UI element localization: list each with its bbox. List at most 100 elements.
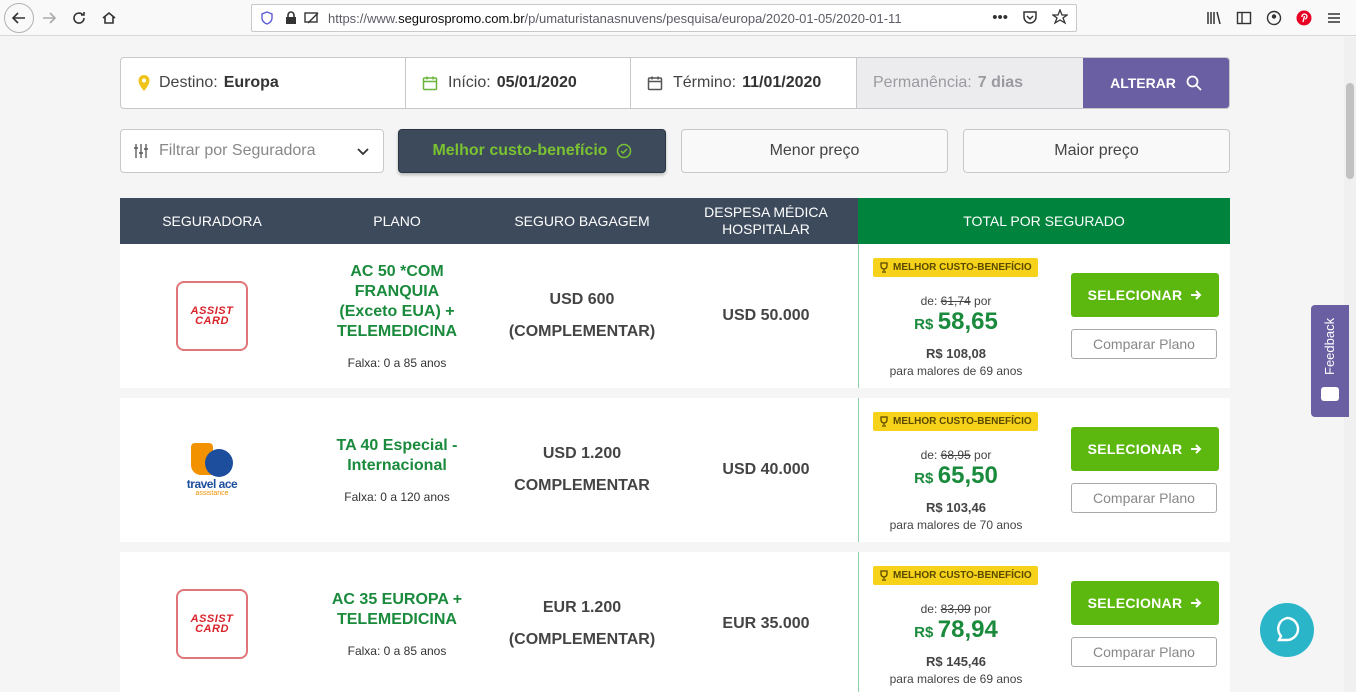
select-button[interactable]: SELECIONAR — [1071, 427, 1219, 471]
feedback-icon — [1321, 387, 1339, 401]
end-date-field[interactable]: Término: 11/01/2020 — [631, 58, 857, 108]
sort-best-value-button[interactable]: Melhor custo-benefício — [398, 129, 666, 173]
badge-label: MELHOR CUSTO-BENEFÍCIO — [893, 416, 1032, 427]
start-date-field[interactable]: Início: 05/01/2020 — [406, 58, 631, 108]
plan-name[interactable]: AC 35 EUROPA + TELEMEDICINA — [324, 590, 470, 630]
chat-bubble-icon — [1277, 616, 1300, 642]
end-date-value: 11/01/2020 — [742, 74, 822, 91]
plan-name-line: AC 50 *COM FRANQUIA — [350, 263, 444, 300]
insurer-filter-placeholder: Filtrar por Seguradora — [159, 142, 316, 159]
price-value: 65,50 — [937, 462, 998, 489]
feedback-label: Feedback — [1322, 317, 1337, 375]
feedback-tab[interactable]: Feedback — [1311, 305, 1349, 417]
plan-name[interactable]: TA 40 Especial - Internacional — [329, 436, 466, 476]
back-button[interactable] — [4, 2, 34, 33]
old-price-line: de: 83,09 por — [871, 602, 1041, 616]
url-text: https://www.segurospromo.com.br/p/umatur… — [328, 11, 968, 26]
browser-toolbar: https://www.segurospromo.com.br/p/umatur… — [0, 0, 1356, 36]
header-plano-label: PLANO — [373, 212, 421, 229]
old-price: 68,95 — [940, 448, 971, 462]
current-price: R$ 58,65 — [871, 308, 1041, 336]
trophy-icon — [880, 416, 888, 427]
currency: R$ — [914, 624, 934, 641]
compare-button[interactable]: Comparar Plano — [1071, 637, 1217, 667]
de-label: de: — [920, 448, 938, 462]
account-icon[interactable] — [1266, 10, 1282, 26]
select-button[interactable]: SELECIONAR — [1071, 273, 1219, 317]
header-plano: PLANO — [304, 198, 490, 244]
menu-icon[interactable] — [1326, 10, 1342, 26]
logo-text: travel ace — [186, 477, 238, 491]
compare-button[interactable]: Comparar Plano — [1071, 483, 1217, 513]
alterar-button[interactable]: ALTERAR — [1083, 58, 1229, 108]
de-label: de: — [920, 602, 938, 616]
plan-name[interactable]: AC 50 *COM FRANQUIA (Exceto EUA) + TELEM… — [304, 262, 490, 342]
compare-label: Comparar Plano — [1093, 336, 1195, 352]
medical-value: USD 50.000 — [722, 307, 810, 324]
library-icon[interactable] — [1206, 10, 1222, 26]
logo-text: CARD — [195, 623, 229, 635]
reload-icon — [73, 11, 85, 24]
stay-duration-value: 7 dias — [977, 74, 1024, 91]
baggage-cell: EUR 1.200 (COMPLEMENTAR) — [490, 552, 674, 692]
trophy-icon — [880, 262, 888, 273]
header-total-label: TOTAL POR SEGURADO — [963, 212, 1125, 229]
more-icon[interactable]: ••• — [992, 9, 1008, 26]
insurer-logo: ASSIST CARD — [120, 552, 304, 692]
header-bagagem-label: SEGURO BAGAGEM — [514, 212, 650, 229]
star-icon[interactable] — [1052, 9, 1068, 25]
old-price: 83,09 — [940, 602, 971, 616]
old-price-line: de: 68,95 por — [871, 448, 1041, 462]
senior-price: R$ 145,46 — [926, 654, 986, 669]
de-label: de: — [920, 294, 938, 308]
age-range: Falxa: 0 a 85 anos — [347, 356, 447, 370]
url-bar[interactable]: https://www.segurospromo.com.br/p/umatur… — [251, 4, 1077, 32]
chat-button[interactable] — [1260, 603, 1314, 657]
current-price: R$ 78,94 — [871, 616, 1041, 644]
forward-button[interactable] — [34, 3, 64, 33]
header-bagagem: SEGURO BAGAGEM — [490, 198, 674, 244]
compare-label: Comparar Plano — [1093, 490, 1195, 506]
best-value-badge: MELHOR CUSTO-BENEFÍCIO — [873, 412, 1038, 431]
url-prefix: https://www. — [328, 10, 399, 26]
select-label: SELECIONAR — [1087, 595, 1183, 611]
header-total: TOTAL POR SEGURADO — [858, 198, 1230, 244]
medical-cell: USD 40.000 — [674, 398, 858, 542]
senior-price: R$ 103,46 — [926, 500, 986, 515]
destination-label: Destino: — [159, 74, 218, 91]
por-label: por — [974, 448, 992, 462]
end-date-label: Término: — [673, 74, 737, 91]
insurer-filter-select[interactable]: Filtrar por Seguradora — [120, 129, 384, 173]
destination-field[interactable]: Destino: Europa — [121, 58, 406, 108]
select-button[interactable]: SELECIONAR — [1071, 581, 1219, 625]
map-pin-icon — [138, 75, 150, 91]
currency: R$ — [914, 470, 934, 487]
start-date-value: 05/01/2020 — [496, 74, 577, 91]
currency: R$ — [914, 316, 934, 333]
assist-card-logo: ASSIST CARD — [176, 589, 248, 659]
search-icon — [1186, 75, 1202, 91]
best-value-badge: MELHOR CUSTO-BENEFÍCIO — [873, 566, 1038, 585]
sliders-icon — [134, 144, 148, 158]
scrollbar-thumb[interactable] — [1346, 83, 1354, 179]
header-despesa-line1: DESPESA MÉDICA — [704, 204, 828, 220]
compare-button[interactable]: Comparar Plano — [1071, 329, 1217, 359]
sort-highest-price-button[interactable]: Maior preço — [963, 129, 1230, 173]
baggage-type: (COMPLEMENTAR) — [508, 323, 656, 340]
header-seguradora: SEGURADORA — [120, 198, 304, 244]
reload-button[interactable] — [64, 3, 94, 33]
medical-value: USD 40.000 — [722, 461, 810, 478]
compare-label: Comparar Plano — [1093, 644, 1195, 660]
sort-lowest-price-button[interactable]: Menor preço — [681, 129, 948, 173]
pocket-icon[interactable] — [1022, 9, 1038, 25]
home-button[interactable] — [94, 3, 124, 33]
age-range: Falxa: 0 a 85 anos — [347, 644, 447, 658]
old-price: 61,74 — [940, 294, 971, 308]
sidebar-icon[interactable] — [1236, 10, 1252, 26]
table-row: travel ace assistance TA 40 Especial - I… — [120, 398, 1230, 542]
senior-note: para malores de 69 anos — [889, 364, 1023, 378]
total-cell: MELHOR CUSTO-BENEFÍCIO de: 68,95 por R$ … — [858, 398, 1230, 542]
browser-tools — [1206, 0, 1356, 36]
pinterest-icon[interactable] — [1296, 10, 1312, 26]
medical-cell: USD 50.000 — [674, 244, 858, 388]
